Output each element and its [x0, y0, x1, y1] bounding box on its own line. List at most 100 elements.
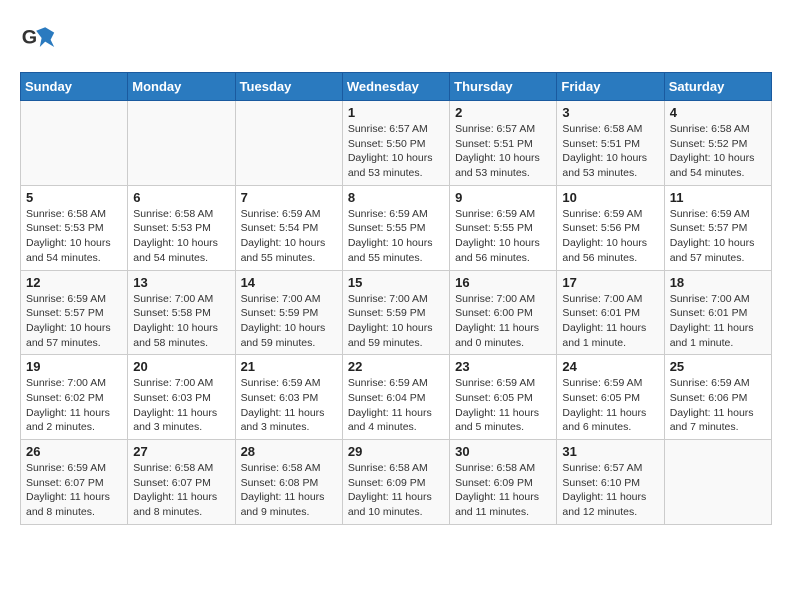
day-number: 6: [133, 190, 229, 205]
day-number: 14: [241, 275, 337, 290]
day-number: 17: [562, 275, 658, 290]
day-info: Sunrise: 6:58 AMSunset: 5:51 PMDaylight:…: [562, 122, 658, 181]
calendar-cell: 17 Sunrise: 7:00 AMSunset: 6:01 PMDayligh…: [557, 270, 664, 355]
calendar-cell: 31Sunrise: 6:57 AMSunset: 6:10 PMDayligh…: [557, 440, 664, 525]
day-number: 20: [133, 359, 229, 374]
calendar-cell: 5 Sunrise: 6:58 AMSunset: 5:53 PMDaylight…: [21, 185, 128, 270]
weekday-header: Saturday: [664, 73, 771, 101]
day-number: 8: [348, 190, 444, 205]
calendar-cell: 19 Sunrise: 7:00 AMSunset: 6:02 PMDayligh…: [21, 355, 128, 440]
day-info: Sunrise: 7:00 AMSunset: 6:01 PMDaylight:…: [562, 292, 658, 351]
calendar-header: SundayMondayTuesdayWednesdayThursdayFrid…: [21, 73, 772, 101]
page-header: G: [20, 20, 772, 56]
calendar-cell: 29 Sunrise: 6:58 AMSunset: 6:09 PMDayligh…: [342, 440, 449, 525]
calendar-cell: 10 Sunrise: 6:59 AMSunset: 5:56 PMDayligh…: [557, 185, 664, 270]
day-info: Sunrise: 6:59 AMSunset: 6:07 PMDaylight:…: [26, 461, 122, 520]
day-info: Sunrise: 6:59 AMSunset: 5:57 PMDaylight:…: [26, 292, 122, 351]
day-number: 1: [348, 105, 444, 120]
calendar-cell: [235, 101, 342, 186]
day-info: Sunrise: 6:58 AMSunset: 6:08 PMDaylight:…: [241, 461, 337, 520]
day-info: Sunrise: 6:59 AMSunset: 6:06 PMDaylight:…: [670, 376, 766, 435]
day-number: 12: [26, 275, 122, 290]
day-info: Sunrise: 6:58 AMSunset: 6:09 PMDaylight:…: [348, 461, 444, 520]
day-number: 19: [26, 359, 122, 374]
calendar-cell: 1 Sunrise: 6:57 AMSunset: 5:50 PMDaylight…: [342, 101, 449, 186]
day-number: 5: [26, 190, 122, 205]
day-number: 18: [670, 275, 766, 290]
calendar-cell: 22 Sunrise: 6:59 AMSunset: 6:04 PMDayligh…: [342, 355, 449, 440]
calendar-cell: 12 Sunrise: 6:59 AMSunset: 5:57 PMDayligh…: [21, 270, 128, 355]
day-number: 7: [241, 190, 337, 205]
calendar-cell: 20 Sunrise: 7:00 AMSunset: 6:03 PMDayligh…: [128, 355, 235, 440]
day-number: 3: [562, 105, 658, 120]
calendar-cell: 2 Sunrise: 6:57 AMSunset: 5:51 PMDaylight…: [450, 101, 557, 186]
calendar-cell: 8 Sunrise: 6:59 AMSunset: 5:55 PMDaylight…: [342, 185, 449, 270]
day-number: 16: [455, 275, 551, 290]
day-info: Sunrise: 6:58 AMSunset: 5:53 PMDaylight:…: [26, 207, 122, 266]
calendar-cell: 13 Sunrise: 7:00 AMSunset: 5:58 PMDayligh…: [128, 270, 235, 355]
day-info: Sunrise: 6:58 AMSunset: 5:52 PMDaylight:…: [670, 122, 766, 181]
day-info: Sunrise: 6:59 AMSunset: 5:57 PMDaylight:…: [670, 207, 766, 266]
calendar-cell: 21 Sunrise: 6:59 AMSunset: 6:03 PMDayligh…: [235, 355, 342, 440]
calendar-cell: 18 Sunrise: 7:00 AMSunset: 6:01 PMDayligh…: [664, 270, 771, 355]
day-info: Sunrise: 7:00 AMSunset: 6:03 PMDaylight:…: [133, 376, 229, 435]
day-info: Sunrise: 6:59 AMSunset: 5:56 PMDaylight:…: [562, 207, 658, 266]
logo-icon: G: [20, 20, 56, 56]
day-number: 10: [562, 190, 658, 205]
day-info: Sunrise: 6:58 AMSunset: 5:53 PMDaylight:…: [133, 207, 229, 266]
calendar-cell: 11 Sunrise: 6:59 AMSunset: 5:57 PMDayligh…: [664, 185, 771, 270]
calendar-cell: 3 Sunrise: 6:58 AMSunset: 5:51 PMDaylight…: [557, 101, 664, 186]
calendar-cell: 24 Sunrise: 6:59 AMSunset: 6:05 PMDayligh…: [557, 355, 664, 440]
calendar-cell: 26Sunrise: 6:59 AMSunset: 6:07 PMDayligh…: [21, 440, 128, 525]
day-info: Sunrise: 6:59 AMSunset: 6:05 PMDaylight:…: [455, 376, 551, 435]
calendar-cell: 28 Sunrise: 6:58 AMSunset: 6:08 PMDayligh…: [235, 440, 342, 525]
weekday-header: Thursday: [450, 73, 557, 101]
calendar-cell: 4Sunrise: 6:58 AMSunset: 5:52 PMDaylight…: [664, 101, 771, 186]
calendar-week: 19 Sunrise: 7:00 AMSunset: 6:02 PMDayligh…: [21, 355, 772, 440]
day-number: 28: [241, 444, 337, 459]
calendar-cell: 7Sunrise: 6:59 AMSunset: 5:54 PMDaylight…: [235, 185, 342, 270]
calendar-cell: [21, 101, 128, 186]
day-info: Sunrise: 7:00 AMSunset: 6:01 PMDaylight:…: [670, 292, 766, 351]
day-info: Sunrise: 6:59 AMSunset: 6:04 PMDaylight:…: [348, 376, 444, 435]
day-number: 22: [348, 359, 444, 374]
day-info: Sunrise: 6:59 AMSunset: 5:55 PMDaylight:…: [348, 207, 444, 266]
day-number: 2: [455, 105, 551, 120]
weekday-header: Sunday: [21, 73, 128, 101]
day-number: 24: [562, 359, 658, 374]
day-info: Sunrise: 7:00 AMSunset: 6:02 PMDaylight:…: [26, 376, 122, 435]
day-number: 15: [348, 275, 444, 290]
calendar-week: 12 Sunrise: 6:59 AMSunset: 5:57 PMDayligh…: [21, 270, 772, 355]
day-number: 21: [241, 359, 337, 374]
day-info: Sunrise: 6:57 AMSunset: 5:50 PMDaylight:…: [348, 122, 444, 181]
day-number: 30: [455, 444, 551, 459]
calendar-cell: 25Sunrise: 6:59 AMSunset: 6:06 PMDayligh…: [664, 355, 771, 440]
calendar-cell: 16 Sunrise: 7:00 AMSunset: 6:00 PMDayligh…: [450, 270, 557, 355]
day-info: Sunrise: 6:59 AMSunset: 6:03 PMDaylight:…: [241, 376, 337, 435]
day-info: Sunrise: 6:59 AMSunset: 6:05 PMDaylight:…: [562, 376, 658, 435]
calendar-cell: 9 Sunrise: 6:59 AMSunset: 5:55 PMDaylight…: [450, 185, 557, 270]
day-number: 13: [133, 275, 229, 290]
day-info: Sunrise: 6:58 AMSunset: 6:07 PMDaylight:…: [133, 461, 229, 520]
calendar-cell: 30 Sunrise: 6:58 AMSunset: 6:09 PMDayligh…: [450, 440, 557, 525]
day-number: 29: [348, 444, 444, 459]
calendar-table: SundayMondayTuesdayWednesdayThursdayFrid…: [20, 72, 772, 525]
day-info: Sunrise: 7:00 AMSunset: 5:58 PMDaylight:…: [133, 292, 229, 351]
day-number: 11: [670, 190, 766, 205]
day-info: Sunrise: 6:57 AMSunset: 5:51 PMDaylight:…: [455, 122, 551, 181]
day-number: 23: [455, 359, 551, 374]
weekday-header: Tuesday: [235, 73, 342, 101]
day-info: Sunrise: 6:58 AMSunset: 6:09 PMDaylight:…: [455, 461, 551, 520]
calendar-week: 26Sunrise: 6:59 AMSunset: 6:07 PMDayligh…: [21, 440, 772, 525]
weekday-header: Wednesday: [342, 73, 449, 101]
calendar-week: 5 Sunrise: 6:58 AMSunset: 5:53 PMDaylight…: [21, 185, 772, 270]
weekday-header: Monday: [128, 73, 235, 101]
day-info: Sunrise: 6:57 AMSunset: 6:10 PMDaylight:…: [562, 461, 658, 520]
day-number: 9: [455, 190, 551, 205]
calendar-cell: 15Sunrise: 7:00 AMSunset: 5:59 PMDayligh…: [342, 270, 449, 355]
day-info: Sunrise: 6:59 AMSunset: 5:55 PMDaylight:…: [455, 207, 551, 266]
calendar-cell: 27 Sunrise: 6:58 AMSunset: 6:07 PMDayligh…: [128, 440, 235, 525]
day-info: Sunrise: 7:00 AMSunset: 6:00 PMDaylight:…: [455, 292, 551, 351]
day-number: 27: [133, 444, 229, 459]
calendar-cell: 6 Sunrise: 6:58 AMSunset: 5:53 PMDaylight…: [128, 185, 235, 270]
